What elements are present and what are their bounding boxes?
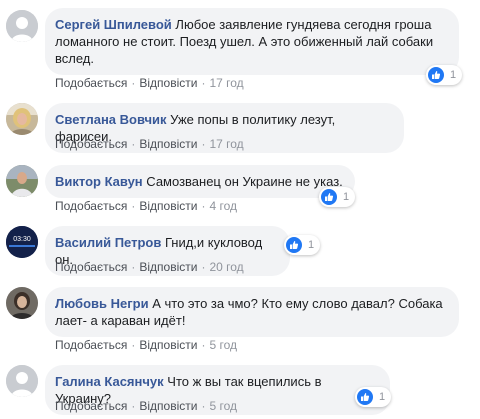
- avatar-time-text: 03:30: [13, 236, 31, 243]
- reaction-count[interactable]: 1: [426, 65, 463, 85]
- comment-time[interactable]: 5 год: [209, 338, 237, 352]
- reply-link[interactable]: Відповісти: [139, 137, 197, 151]
- comment-author[interactable]: Галина Касянчук: [55, 374, 164, 389]
- comment-actions: Подобається · Відповісти · 20 год: [55, 260, 244, 274]
- reaction-number: 1: [343, 191, 350, 203]
- comment-author[interactable]: Василий Петров: [55, 235, 161, 250]
- like-link[interactable]: Подобається: [55, 399, 127, 413]
- reply-link[interactable]: Відповісти: [139, 260, 197, 274]
- avatar-default-icon[interactable]: [6, 10, 38, 42]
- comment-time[interactable]: 5 год: [209, 399, 237, 413]
- comment-author[interactable]: Любовь Негри: [55, 296, 149, 311]
- comment-actions: Подобається · Відповісти · 4 год: [55, 199, 237, 213]
- reply-link[interactable]: Відповісти: [139, 76, 197, 90]
- comment-actions: Подобається · Відповісти · 5 год: [55, 338, 237, 352]
- like-link[interactable]: Подобається: [55, 76, 127, 90]
- avatar-photo-man[interactable]: [6, 165, 38, 197]
- avatar-photo-woman[interactable]: [6, 287, 38, 319]
- reply-link[interactable]: Відповісти: [139, 399, 197, 413]
- avatar-photo-time-screen[interactable]: 03:30: [6, 226, 38, 258]
- comment-actions: Подобається · Відповісти · 17 год: [55, 137, 244, 151]
- reaction-count[interactable]: 1: [355, 387, 392, 407]
- comment-text: Самозванец он Украине не указ.: [146, 174, 343, 189]
- reaction-number: 1: [450, 69, 457, 81]
- comment-author[interactable]: Светлана Вовчик: [55, 112, 167, 127]
- comment-time[interactable]: 17 год: [209, 76, 243, 90]
- like-link[interactable]: Подобається: [55, 137, 127, 151]
- comment-actions: Подобається · Відповісти · 5 год: [55, 399, 237, 413]
- comment-time[interactable]: 17 год: [209, 137, 243, 151]
- comment-bubble: Виктор Кавун Самозванец он Украине не ук…: [45, 165, 355, 198]
- comment-time[interactable]: 20 год: [209, 260, 243, 274]
- comment-actions: Подобається · Відповісти · 17 год: [55, 76, 244, 90]
- like-link[interactable]: Подобається: [55, 338, 127, 352]
- reaction-number: 1: [379, 391, 386, 403]
- like-link[interactable]: Подобається: [55, 199, 127, 213]
- avatar-default-icon[interactable]: [6, 365, 38, 397]
- thumbs-up-icon: [428, 67, 444, 83]
- thumbs-up-icon: [357, 389, 373, 405]
- like-link[interactable]: Подобається: [55, 260, 127, 274]
- reaction-number: 1: [308, 239, 315, 251]
- avatar-photo-blonde-woman[interactable]: [6, 103, 38, 135]
- reaction-count[interactable]: 1: [284, 235, 321, 255]
- thumbs-up-icon: [321, 189, 337, 205]
- comment-time[interactable]: 4 год: [209, 199, 237, 213]
- reaction-count[interactable]: 1: [319, 187, 356, 207]
- comment-author[interactable]: Сергей Шпилевой: [55, 17, 172, 32]
- comment-bubble: Сергей Шпилевой Любое заявление гундяева…: [45, 8, 459, 75]
- reply-link[interactable]: Відповісти: [139, 338, 197, 352]
- thumbs-up-icon: [286, 237, 302, 253]
- reply-link[interactable]: Відповісти: [139, 199, 197, 213]
- comment-bubble: Любовь Негри А что это за чмо? Кто ему с…: [45, 287, 459, 337]
- comment-author[interactable]: Виктор Кавун: [55, 174, 143, 189]
